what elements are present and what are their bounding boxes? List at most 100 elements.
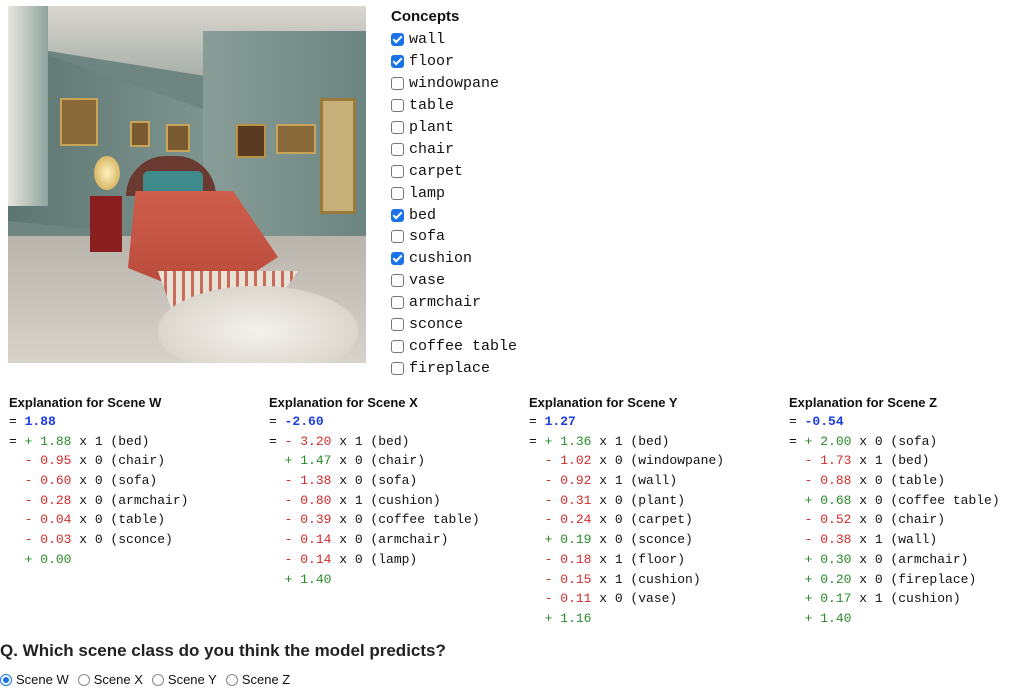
- concept-checkbox[interactable]: [391, 274, 404, 288]
- term-weight: - 0.88: [804, 473, 852, 489]
- term-weight: - 0.15: [544, 571, 592, 587]
- choice-scene-y[interactable]: Scene Y: [151, 672, 217, 687]
- explanation-term: - 0.52 x 0 (chair): [804, 512, 946, 528]
- concept-label: bed: [409, 206, 437, 224]
- concept-cushion[interactable]: cushion: [391, 248, 517, 270]
- concept-label: floor: [409, 53, 455, 71]
- concept-fireplace[interactable]: fireplace: [391, 357, 517, 379]
- concept-lamp[interactable]: lamp: [391, 182, 517, 204]
- concept-bed[interactable]: bed: [391, 204, 517, 226]
- explanation-term: - 0.24 x 0 (carpet): [544, 512, 693, 528]
- explanation-term: - 1.02 x 0 (windowpane): [544, 453, 725, 469]
- concept-label: armchair: [409, 294, 482, 312]
- term-weight: - 0.52: [804, 512, 852, 528]
- concept-floor[interactable]: floor: [391, 51, 517, 73]
- concept-windowpane[interactable]: windowpane: [391, 73, 517, 95]
- concept-label: fireplace: [409, 359, 491, 377]
- choice-scene-z[interactable]: Scene Z: [225, 672, 291, 687]
- term-weight: - 0.60: [24, 473, 72, 489]
- term-weight: - 0.80: [284, 492, 332, 508]
- concepts-panel: Concepts wall floor windowpane table plant ch…: [391, 8, 517, 379]
- bias-value: + 1.40: [284, 571, 332, 587]
- term-weight: - 0.39: [284, 512, 332, 528]
- explanation-bias: + 0.00: [9, 550, 188, 570]
- explanation-title: Explanation for Scene Y: [529, 395, 678, 410]
- explanation-term: - 0.80 x 1 (cushion): [284, 492, 441, 508]
- concept-label: table: [409, 97, 455, 115]
- concept-carpet[interactable]: carpet: [391, 160, 517, 182]
- explanation-term: - 0.03 x 0 (sconce): [24, 532, 173, 548]
- scene-choices: Scene W Scene X Scene Y Scene Z: [0, 672, 299, 687]
- explanation-title: Explanation for Scene X: [269, 395, 418, 410]
- concept-sconce[interactable]: sconce: [391, 314, 517, 336]
- concept-checkbox[interactable]: [391, 77, 404, 91]
- choice-scene-w[interactable]: Scene W: [0, 672, 69, 687]
- concept-checkbox[interactable]: [391, 55, 404, 69]
- concept-checkbox[interactable]: [391, 318, 404, 332]
- explanation-term: - 0.92 x 1 (wall): [544, 473, 678, 489]
- concept-list: wall floor windowpane table plant chair carpet…: [391, 29, 517, 379]
- concept-sofa[interactable]: sofa: [391, 226, 517, 248]
- concept-checkbox[interactable]: [391, 142, 404, 156]
- explanation-term: - 0.04 x 0 (table): [24, 512, 166, 528]
- concept-table[interactable]: table: [391, 95, 517, 117]
- explanation-scene-x: Explanation for Scene X = -2.60 = - 3.20 x…: [269, 394, 480, 589]
- term-weight: - 1.73: [804, 453, 852, 469]
- choice-scene-x[interactable]: Scene X: [77, 672, 143, 687]
- explanation-title: Explanation for Scene Z: [789, 395, 938, 410]
- explanation-term: - 1.38 x 0 (sofa): [284, 473, 418, 489]
- concept-label: chair: [409, 140, 455, 158]
- term-weight: + 1.47: [284, 453, 332, 469]
- concepts-title: Concepts: [391, 8, 460, 25]
- explanation-term: - 0.11 x 0 (vase): [544, 591, 678, 607]
- concept-vase[interactable]: vase: [391, 270, 517, 292]
- concept-checkbox[interactable]: [391, 186, 404, 200]
- concept-checkbox[interactable]: [391, 164, 404, 178]
- concept-checkbox[interactable]: [391, 208, 404, 222]
- explanation-term: + 0.68 x 0 (coffee table): [804, 492, 1000, 508]
- term-weight: + 0.17: [804, 591, 852, 607]
- concept-checkbox[interactable]: [391, 121, 404, 134]
- picture-frame: [130, 121, 150, 147]
- concept-armchair[interactable]: armchair: [391, 292, 517, 314]
- concept-coffee-table[interactable]: coffee table: [391, 335, 517, 357]
- explanation-term: - 1.73 x 1 (bed): [804, 453, 930, 469]
- explanation-term: - 0.14 x 0 (armchair): [284, 532, 449, 548]
- concept-checkbox[interactable]: [391, 361, 404, 375]
- explanation-total: = 1.27: [529, 414, 576, 429]
- concept-checkbox[interactable]: [391, 252, 404, 266]
- bias-value: + 1.40: [804, 610, 852, 626]
- explanation-term: = - 3.20 x 1 (bed): [269, 433, 410, 449]
- concept-wall[interactable]: wall: [391, 29, 517, 51]
- concept-plant[interactable]: plant: [391, 117, 517, 139]
- bias-value: + 1.16: [544, 610, 592, 626]
- radio-button[interactable]: [0, 673, 12, 686]
- scene-image: [8, 6, 366, 363]
- picture-frame: [166, 124, 190, 152]
- term-weight: - 0.04: [24, 512, 72, 528]
- term-weight: + 0.19: [544, 532, 592, 548]
- term-weight: + 0.30: [804, 551, 852, 567]
- concept-checkbox[interactable]: [391, 33, 404, 47]
- concept-checkbox[interactable]: [391, 339, 404, 353]
- radio-button[interactable]: [225, 673, 238, 686]
- explanation-term: - 0.60 x 0 (sofa): [24, 473, 158, 489]
- concept-checkbox[interactable]: [391, 296, 404, 310]
- term-weight: - 0.11: [544, 591, 592, 607]
- explanation-term: - 0.15 x 1 (cushion): [544, 571, 701, 587]
- term-weight: - 0.38: [804, 532, 852, 548]
- concept-chair[interactable]: chair: [391, 138, 517, 160]
- explanation-term: - 0.38 x 1 (wall): [804, 532, 938, 548]
- picture-frame: [276, 124, 316, 154]
- radio-button[interactable]: [151, 673, 164, 686]
- explanation-total: = -0.54: [789, 414, 844, 429]
- concept-label: windowpane: [409, 75, 500, 93]
- choice-label: Scene Z: [241, 672, 291, 687]
- radio-button[interactable]: [77, 673, 90, 686]
- concept-checkbox[interactable]: [391, 230, 404, 244]
- choice-label: Scene X: [93, 672, 143, 687]
- concept-checkbox[interactable]: [391, 99, 404, 113]
- explanation-bias: + 1.40: [789, 609, 1000, 629]
- explanation-term: = + 1.36 x 1 (bed): [529, 433, 670, 449]
- term-weight: - 0.14: [284, 532, 332, 548]
